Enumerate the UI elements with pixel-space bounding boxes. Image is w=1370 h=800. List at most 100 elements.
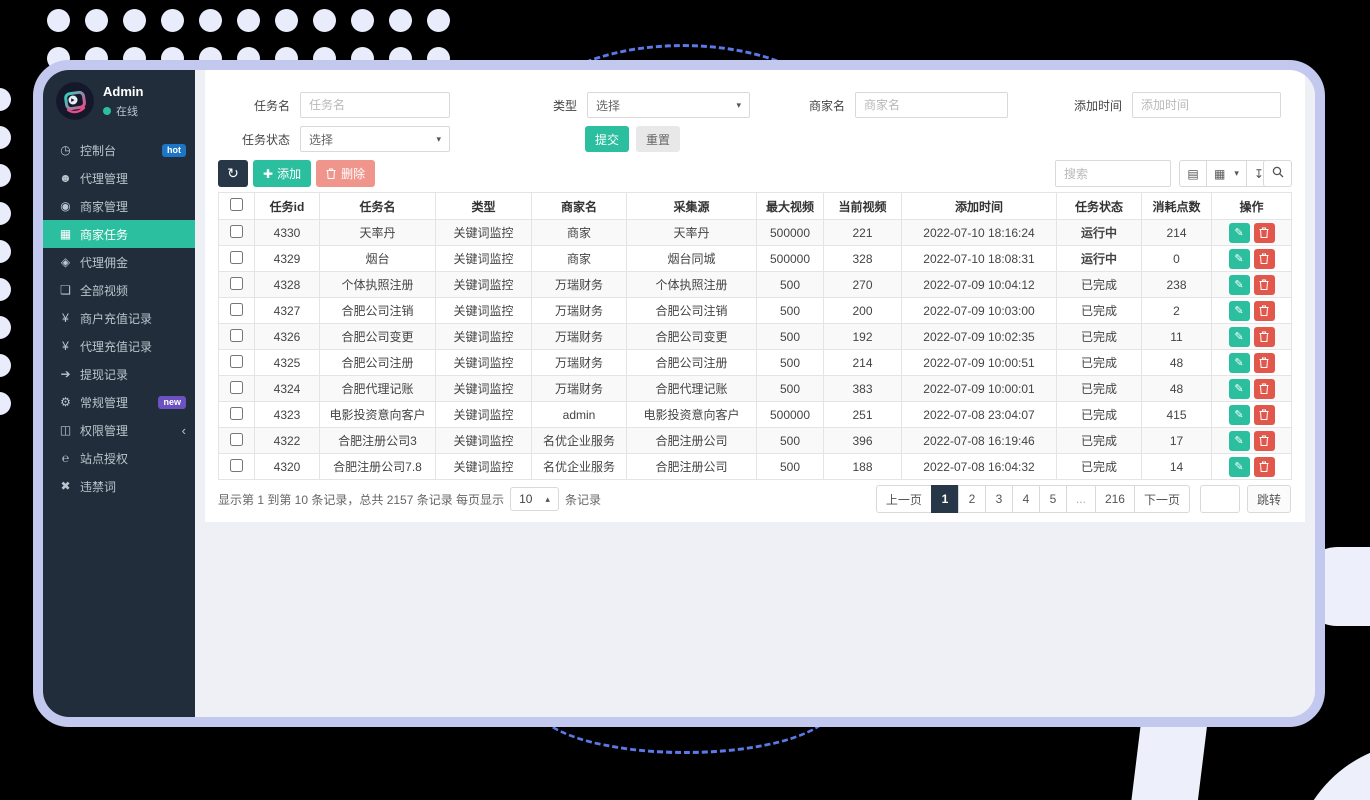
row-checkbox[interactable]	[230, 433, 243, 446]
submit-button[interactable]: 提交	[585, 126, 629, 152]
sidebar-item-agent-recharge[interactable]: ¥代理充值记录	[43, 332, 195, 360]
dot	[199, 9, 222, 32]
sidebar-item-general-management[interactable]: ⚙常规管理new	[43, 388, 195, 416]
table-row: 4322合肥注册公司3关键词监控名优企业服务合肥注册公司5003962022-0…	[219, 428, 1292, 454]
row-checkbox[interactable]	[230, 459, 243, 472]
sidebar-item-label: 商家管理	[80, 198, 186, 215]
delete-row-button[interactable]	[1254, 353, 1275, 373]
sidebar-item-merchant-tasks[interactable]: ▦商家任务	[43, 220, 195, 248]
jump-button[interactable]: 跳转	[1247, 485, 1291, 513]
delete-button[interactable]: 删除	[316, 160, 375, 187]
page-button[interactable]: 3	[985, 485, 1013, 513]
delete-row-button[interactable]	[1254, 223, 1275, 243]
sidebar-item-site-authorization[interactable]: ℮站点授权	[43, 444, 195, 472]
columns-button[interactable]: ▦ ▾	[1206, 160, 1247, 187]
select-all-checkbox[interactable]	[230, 198, 243, 211]
cell-actions: ✎	[1212, 298, 1292, 324]
toggle-view-button[interactable]: ▤	[1179, 160, 1207, 187]
sidebar-item-withdrawal-records[interactable]: ➔提现记录	[43, 360, 195, 388]
search-input[interactable]	[1055, 160, 1171, 187]
merchant-name-label: 商家名	[785, 97, 845, 114]
sidebar-item-merchant-management[interactable]: ◉商家管理	[43, 192, 195, 220]
cell-max-videos: 500	[757, 428, 824, 454]
edit-row-button[interactable]: ✎	[1229, 327, 1250, 347]
cell-current-videos: 188	[824, 454, 902, 480]
row-checkbox[interactable]	[230, 381, 243, 394]
cell-added-time: 2022-07-09 10:00:51	[902, 350, 1057, 376]
edit-row-button[interactable]: ✎	[1229, 353, 1250, 373]
page-button[interactable]: 1	[931, 485, 959, 513]
delete-row-button[interactable]	[1254, 249, 1275, 269]
dot	[123, 9, 146, 32]
cell-added-time: 2022-07-08 23:04:07	[902, 402, 1057, 428]
cell-max-videos: 500000	[757, 402, 824, 428]
row-checkbox[interactable]	[230, 225, 243, 238]
cell-task-name: 电影投资意向客户	[320, 402, 436, 428]
page-button[interactable]: 5	[1039, 485, 1067, 513]
task-name-input[interactable]	[300, 92, 450, 118]
cell-task-id: 4323	[255, 402, 320, 428]
delete-row-button[interactable]	[1254, 327, 1275, 347]
task-name-label: 任务名	[225, 97, 290, 114]
row-checkbox[interactable]	[230, 251, 243, 264]
merchant-name-input[interactable]	[855, 92, 1008, 118]
add-time-input[interactable]	[1132, 92, 1281, 118]
prev-page-button[interactable]: 上一页	[876, 485, 932, 513]
edit-row-button[interactable]: ✎	[1229, 457, 1250, 477]
sidebar-item-banned-words[interactable]: ✖违禁词	[43, 472, 195, 500]
row-checkbox[interactable]	[230, 407, 243, 420]
cell-current-videos: 192	[824, 324, 902, 350]
delete-row-button[interactable]	[1254, 431, 1275, 451]
cell-actions: ✎	[1212, 454, 1292, 480]
row-checkbox[interactable]	[230, 355, 243, 368]
jump-page-input[interactable]	[1200, 485, 1240, 513]
column-header: 消耗点数	[1142, 193, 1212, 220]
refresh-button[interactable]: ↻	[218, 160, 248, 187]
edit-row-button[interactable]: ✎	[1229, 301, 1250, 321]
pagination: 显示第 1 到第 10 条记录，总共 2157 条记录 每页显示 10 ▴ 条记…	[218, 485, 1291, 513]
search-go-button[interactable]	[1263, 160, 1292, 187]
page-button[interactable]: 2	[958, 485, 986, 513]
sidebar-item-dashboard[interactable]: ◷控制台hot	[43, 136, 195, 164]
dashboard-icon: ◷	[58, 143, 73, 157]
delete-row-button[interactable]	[1254, 405, 1275, 425]
delete-row-button[interactable]	[1254, 457, 1275, 477]
sidebar-item-agent-management[interactable]: ☻代理管理	[43, 164, 195, 192]
sidebar-item-all-videos[interactable]: ❏全部视频	[43, 276, 195, 304]
edit-row-button[interactable]: ✎	[1229, 431, 1250, 451]
edit-row-button[interactable]: ✎	[1229, 275, 1250, 295]
edit-row-button[interactable]: ✎	[1229, 223, 1250, 243]
edit-row-button[interactable]: ✎	[1229, 405, 1250, 425]
reset-button[interactable]: 重置	[636, 126, 680, 152]
page-button[interactable]: 216	[1095, 485, 1135, 513]
sidebar-item-agent-commission[interactable]: ◈代理佣金	[43, 248, 195, 276]
page-size-select[interactable]: 10 ▴	[510, 487, 559, 511]
cell-actions: ✎	[1212, 246, 1292, 272]
pencil-icon: ✎	[1234, 278, 1243, 291]
row-checkbox[interactable]	[230, 329, 243, 342]
cell-points: 238	[1142, 272, 1212, 298]
page-button[interactable]: 4	[1012, 485, 1040, 513]
edit-row-button[interactable]: ✎	[1229, 379, 1250, 399]
cell-added-time: 2022-07-09 10:03:00	[902, 298, 1057, 324]
add-button[interactable]: ✚ 添加	[253, 160, 311, 187]
row-checkbox[interactable]	[230, 277, 243, 290]
search-icon	[1272, 166, 1284, 178]
cell-type: 关键词监控	[436, 246, 532, 272]
delete-row-button[interactable]	[1254, 379, 1275, 399]
edit-row-button[interactable]: ✎	[1229, 249, 1250, 269]
cell-task-name: 合肥注册公司3	[320, 428, 436, 454]
row-checkbox[interactable]	[230, 303, 243, 316]
type-select[interactable]: 选择 ▾	[587, 92, 750, 118]
cell-task-id: 4326	[255, 324, 320, 350]
pencil-icon: ✎	[1234, 304, 1243, 317]
sidebar-item-merchant-recharge[interactable]: ¥商户充值记录	[43, 304, 195, 332]
delete-row-button[interactable]	[1254, 301, 1275, 321]
task-status-select[interactable]: 选择 ▾	[300, 126, 450, 152]
cell-task-name: 合肥代理记账	[320, 376, 436, 402]
sidebar-item-label: 违禁词	[80, 478, 186, 495]
next-page-button[interactable]: 下一页	[1134, 485, 1190, 513]
delete-row-button[interactable]	[1254, 275, 1275, 295]
cell-merchant: 商家	[532, 246, 627, 272]
sidebar-item-permission-management[interactable]: ◫权限管理‹	[43, 416, 195, 444]
